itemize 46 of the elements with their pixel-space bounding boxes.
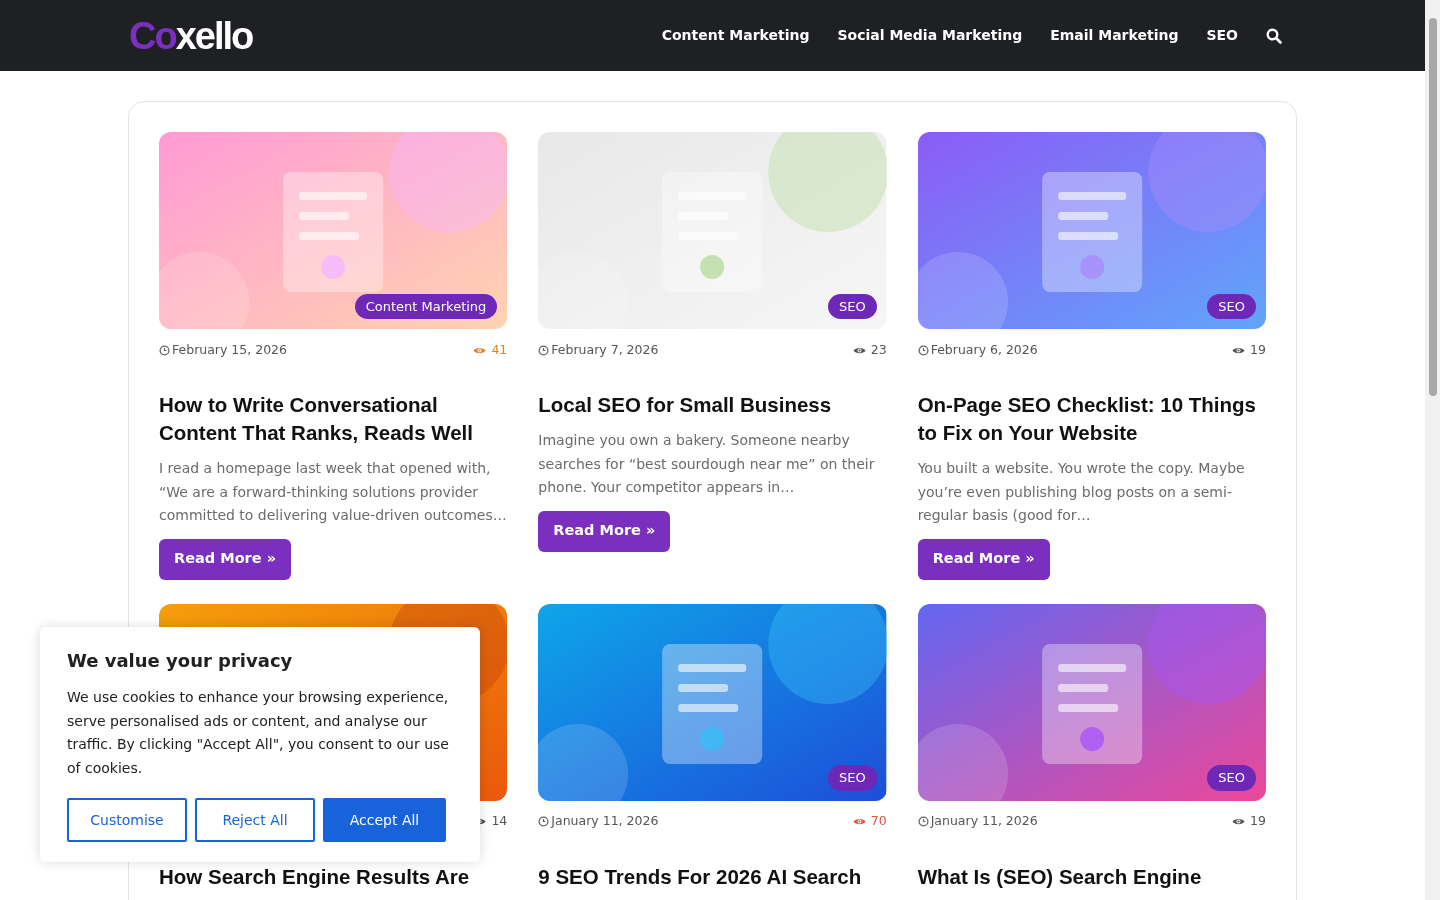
search-icon[interactable] xyxy=(1266,27,1282,44)
banner-title: We value your privacy xyxy=(67,649,294,673)
view-count: 19 xyxy=(1250,340,1266,359)
post-title[interactable]: How Search Engine Results Are xyxy=(159,862,508,891)
nav-link[interactable]: Email Marketing xyxy=(1050,25,1179,46)
post-date: January 11, 2026 xyxy=(551,812,659,831)
scrollbar[interactable] xyxy=(1425,0,1440,900)
eye-icon xyxy=(852,345,866,355)
clock-icon xyxy=(917,816,929,827)
post-excerpt: Imagine you own a bakery. Someone nearby searches for “best sourdough near me” on their phone. Your competitor appears in… xyxy=(538,431,876,497)
consent-button[interactable]: Customise xyxy=(67,798,187,842)
post-excerpt: I read a homepage last week that opened with, “We are a forward-thinking solutions provider committed to delivering value-driven outcomes… xyxy=(159,459,508,525)
nav-link[interactable]: Social Media Marketing xyxy=(837,25,1023,46)
post-title[interactable]: Local SEO for Small Business xyxy=(538,391,887,419)
view-count: 14 xyxy=(491,812,508,831)
view-count: 19 xyxy=(1250,812,1266,831)
view-count: 70 xyxy=(870,812,887,831)
post-title[interactable]: How to Write Conversational Content That Ranks, Reads Well xyxy=(159,391,508,447)
read-more-button[interactable]: Read More » xyxy=(159,538,291,580)
clock-icon xyxy=(538,344,550,356)
post-date: February 7, 2026 xyxy=(551,340,659,359)
post-title[interactable]: What Is (SEO) Search Engine xyxy=(917,862,1266,891)
post-title[interactable]: 9 SEO Trends For 2026 AI Search xyxy=(538,862,887,891)
nav-link[interactable]: SEO xyxy=(1206,25,1238,46)
clock-icon xyxy=(538,816,550,827)
nav-link[interactable]: Content Marketing xyxy=(661,25,810,46)
post-excerpt: You built a website. You wrote the copy. Maybe you’re even publishing blog posts on a semi-regular basis (good for… xyxy=(917,459,1246,525)
post-title[interactable]: On-Page SEO Checklist: 10 Things to Fix on Your Website xyxy=(917,391,1266,447)
clock-icon xyxy=(917,344,929,356)
accept-button[interactable]: Accept All xyxy=(323,798,446,842)
read-more-button[interactable]: Read More » xyxy=(538,510,671,552)
consent-button[interactable]: Reject All xyxy=(195,798,315,842)
clock-icon xyxy=(159,344,170,356)
eye-icon xyxy=(852,817,866,826)
post-date: February 15, 2026 xyxy=(172,340,288,359)
view-count: 23 xyxy=(870,340,887,359)
post-date: February 6, 2026 xyxy=(930,340,1038,359)
eye-icon xyxy=(1232,817,1246,826)
read-more-button[interactable]: Read More » xyxy=(917,538,1050,580)
category-tag[interactable]: SEO xyxy=(1207,765,1256,791)
view-count: 41 xyxy=(491,340,508,359)
eye-icon xyxy=(1232,345,1246,355)
eye-icon xyxy=(473,345,487,355)
post-date: January 11, 2026 xyxy=(930,812,1038,831)
banner-text: We use cookies to enhance your browsing experience, serve personalised ads or content, and analyse our traffic. By clicking "Accept All", you consent to our use of cookies. xyxy=(67,688,450,778)
logo[interactable]: Coxello xyxy=(129,16,253,55)
